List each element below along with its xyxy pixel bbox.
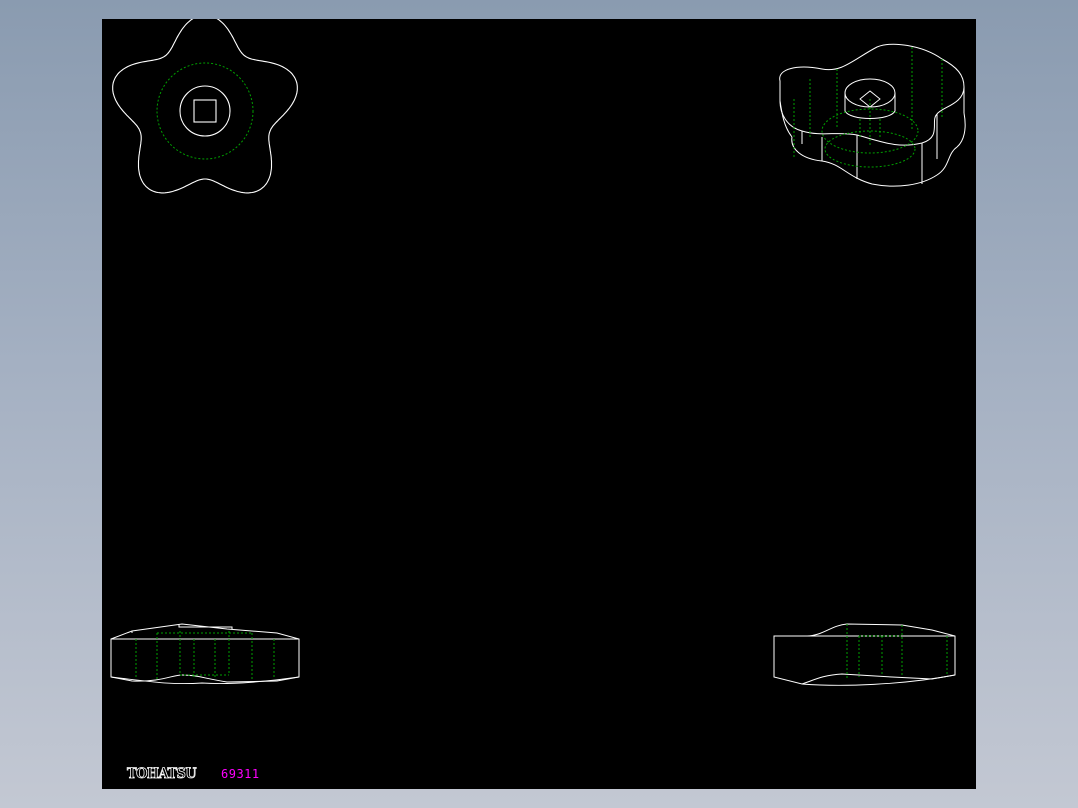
front-view — [110, 623, 300, 685]
iso-side-edges — [856, 87, 965, 184]
bore-circle — [179, 85, 231, 137]
side-hidden-lines — [846, 624, 948, 679]
cad-viewport[interactable]: TOHATSU 69311 — [102, 19, 976, 789]
iso-bore-wall — [844, 93, 896, 119]
side-outline — [773, 623, 956, 685]
iso-top-face — [779, 43, 965, 146]
iso-hidden-lines — [793, 47, 943, 159]
part-number: 69311 — [221, 767, 260, 781]
isometric-view — [779, 43, 966, 187]
top-view — [112, 19, 298, 194]
iso-bore-top — [844, 78, 896, 108]
iso-bottom-face — [791, 112, 966, 187]
knob-outline-top — [112, 19, 298, 194]
side-view — [773, 623, 956, 686]
side-edge-lines — [801, 635, 956, 686]
tohatsu-logo: TOHATSU — [127, 766, 197, 783]
square-socket — [193, 99, 217, 123]
hidden-hub-circle — [156, 62, 254, 160]
cad-drawing — [110, 19, 966, 686]
